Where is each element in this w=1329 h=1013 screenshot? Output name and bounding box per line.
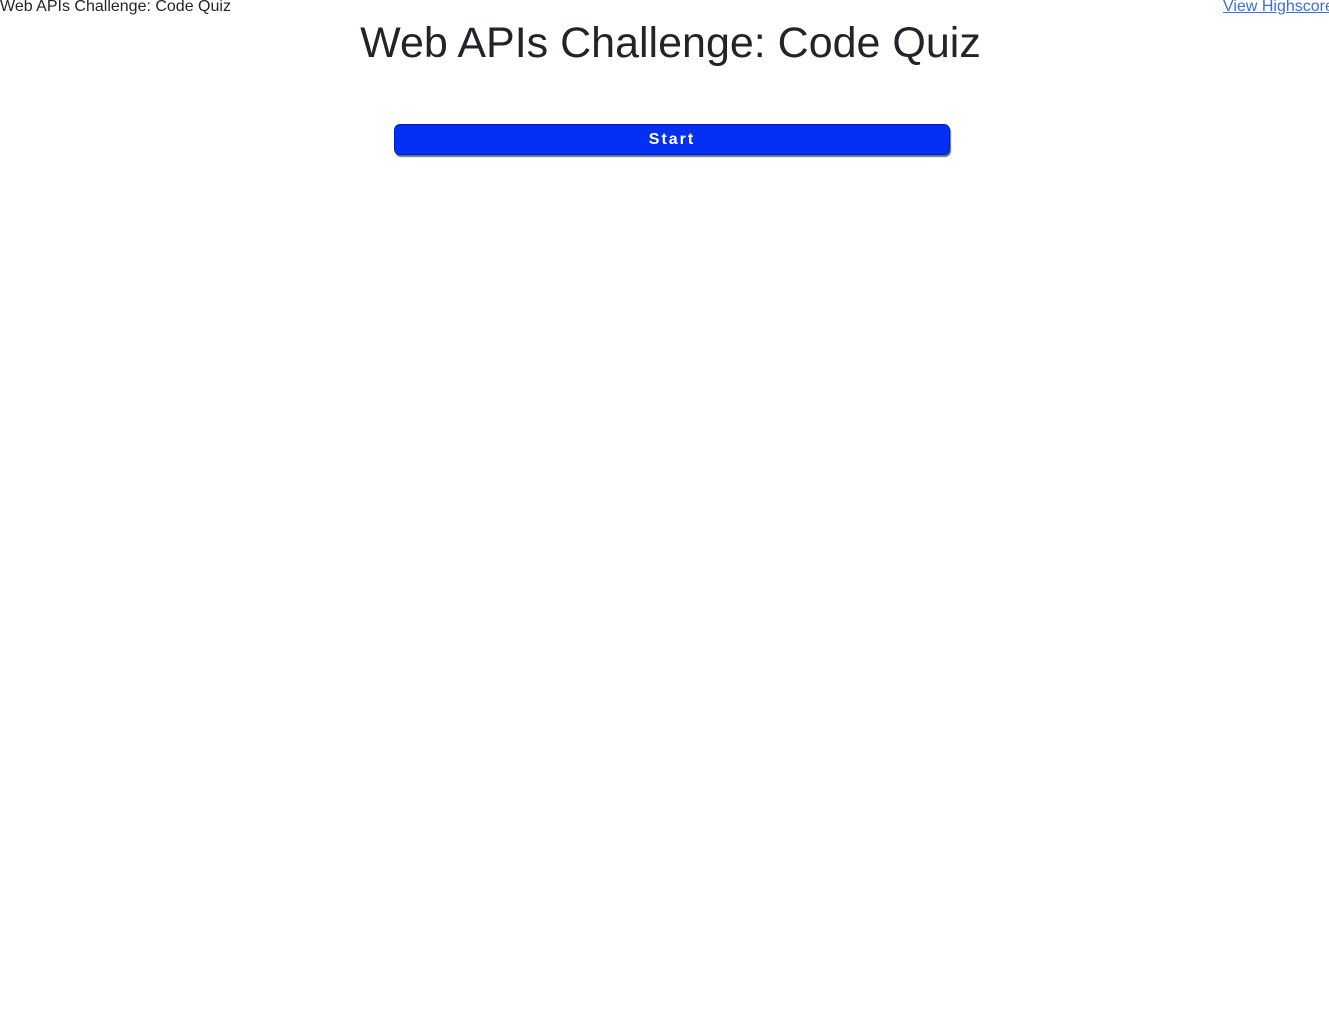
page-title: Web APIs Challenge: Code Quiz — [360, 19, 981, 67]
site-title: Web APIs Challenge: Code Quiz — [0, 0, 231, 15]
start-button[interactable]: Start — [394, 124, 950, 155]
quiz-page: Web APIs Challenge: Code Quiz View Highs… — [0, 0, 1329, 1013]
view-highscore-link[interactable]: View Highscore — [1223, 0, 1329, 16]
top-bar: Web APIs Challenge: Code Quiz View Highs… — [0, 0, 1329, 16]
